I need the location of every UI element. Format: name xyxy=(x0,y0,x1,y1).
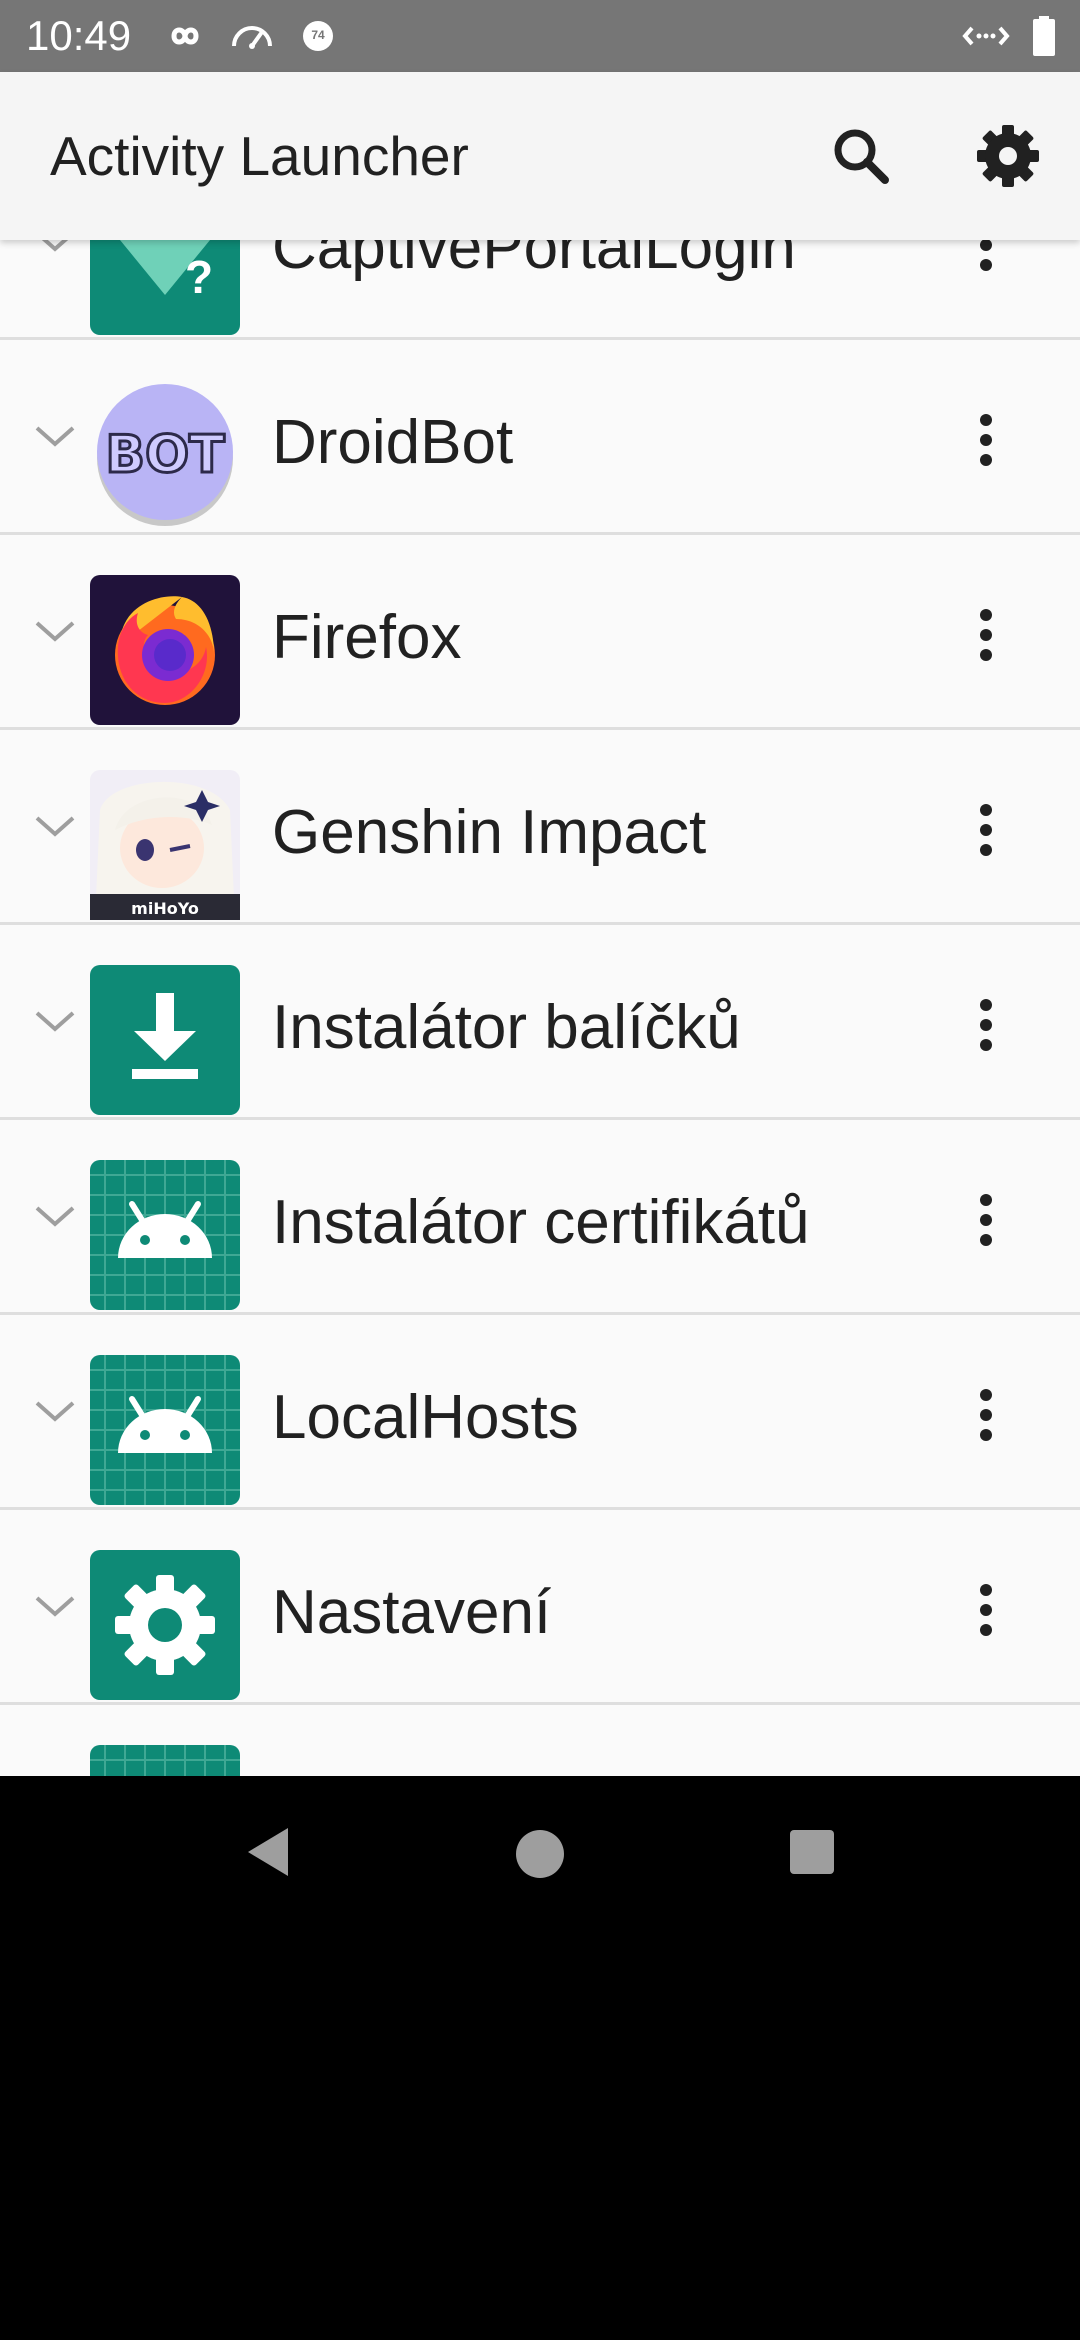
more-vert-icon[interactable] xyxy=(966,605,1006,665)
download-icon xyxy=(90,965,240,1115)
svg-text:?: ? xyxy=(185,251,213,303)
list-item[interactable]: Nastavení xyxy=(0,1510,1080,1705)
list-item[interactable]: miHoYo Genshin Impact xyxy=(0,730,1080,925)
chevron-down-icon[interactable] xyxy=(32,615,78,645)
home-icon[interactable] xyxy=(508,1822,572,1886)
gear-icon xyxy=(977,125,1039,187)
android-icon xyxy=(90,1745,240,1776)
more-vert-icon[interactable] xyxy=(966,995,1006,1055)
android-icon xyxy=(90,1355,240,1505)
list-item[interactable]: BOT DroidBot xyxy=(0,340,1080,535)
navigation-bar xyxy=(0,1776,1080,1924)
more-vert-icon[interactable] xyxy=(966,1775,1006,1776)
notification-badge-number: 74 xyxy=(311,28,325,42)
settings-button[interactable] xyxy=(968,116,1048,196)
infinity-icon xyxy=(171,27,199,45)
captive-portal-icon: ? xyxy=(90,240,240,335)
more-vert-icon[interactable] xyxy=(966,1385,1006,1445)
chevron-down-icon[interactable] xyxy=(32,1590,78,1620)
genshin-impact-icon: miHoYo xyxy=(90,770,240,920)
status-bar: 10:49 74 xyxy=(0,0,1080,72)
chevron-down-icon[interactable] xyxy=(32,1005,78,1035)
firefox-icon xyxy=(90,575,240,725)
search-icon xyxy=(834,129,889,184)
list-item[interactable]: Instalátor balíčků xyxy=(0,925,1080,1120)
search-button[interactable] xyxy=(822,116,902,196)
list-item[interactable]: Instalátor certifikátů xyxy=(0,1120,1080,1315)
app-list[interactable]: ? CaptivePortalLogin BOT DroidBot Firefo… xyxy=(0,240,1080,1776)
more-vert-icon[interactable] xyxy=(966,410,1006,470)
app-name: LocalHosts xyxy=(272,1383,579,1452)
chevron-down-icon[interactable] xyxy=(32,240,78,255)
chevron-down-icon[interactable] xyxy=(32,1200,78,1230)
genshin-icon-text: miHoYo xyxy=(131,899,199,918)
settings-icon xyxy=(90,1550,240,1700)
status-time: 10:49 xyxy=(26,12,132,59)
app-bar: Activity Launcher xyxy=(0,72,1080,240)
app-name: DroidBot xyxy=(272,408,514,477)
more-vert-icon[interactable] xyxy=(966,1190,1006,1250)
speedometer-icon xyxy=(232,26,272,49)
app-name: Nastavení xyxy=(272,1578,552,1647)
list-item[interactable]: Firefox xyxy=(0,535,1080,730)
droidbot-icon: BOT xyxy=(97,384,233,526)
droidbot-icon-text: BOT xyxy=(105,425,225,485)
more-vert-icon[interactable] xyxy=(966,800,1006,860)
list-item[interactable]: LocalHosts xyxy=(0,1315,1080,1510)
app-name: Instalátor balíčků xyxy=(272,993,741,1062)
more-vert-icon[interactable] xyxy=(966,240,1006,275)
back-icon[interactable] xyxy=(238,1822,294,1882)
list-item[interactable]: ? CaptivePortalLogin xyxy=(0,240,1080,340)
recents-icon[interactable] xyxy=(782,1822,842,1882)
data-transfer-icon xyxy=(962,26,1010,46)
app-name: CaptivePortalLogin xyxy=(272,240,796,282)
more-vert-icon[interactable] xyxy=(966,1580,1006,1640)
page-title: Activity Launcher xyxy=(50,125,469,187)
chevron-down-icon[interactable] xyxy=(32,810,78,840)
app-name: Instalátor certifikátů xyxy=(272,1188,810,1257)
list-item[interactable] xyxy=(0,1705,1080,1776)
app-name: Genshin Impact xyxy=(272,798,707,867)
chevron-down-icon[interactable] xyxy=(32,1395,78,1425)
app-name: Firefox xyxy=(272,603,462,672)
battery-icon xyxy=(1033,16,1055,56)
chevron-down-icon[interactable] xyxy=(32,420,78,450)
android-icon xyxy=(90,1160,240,1310)
